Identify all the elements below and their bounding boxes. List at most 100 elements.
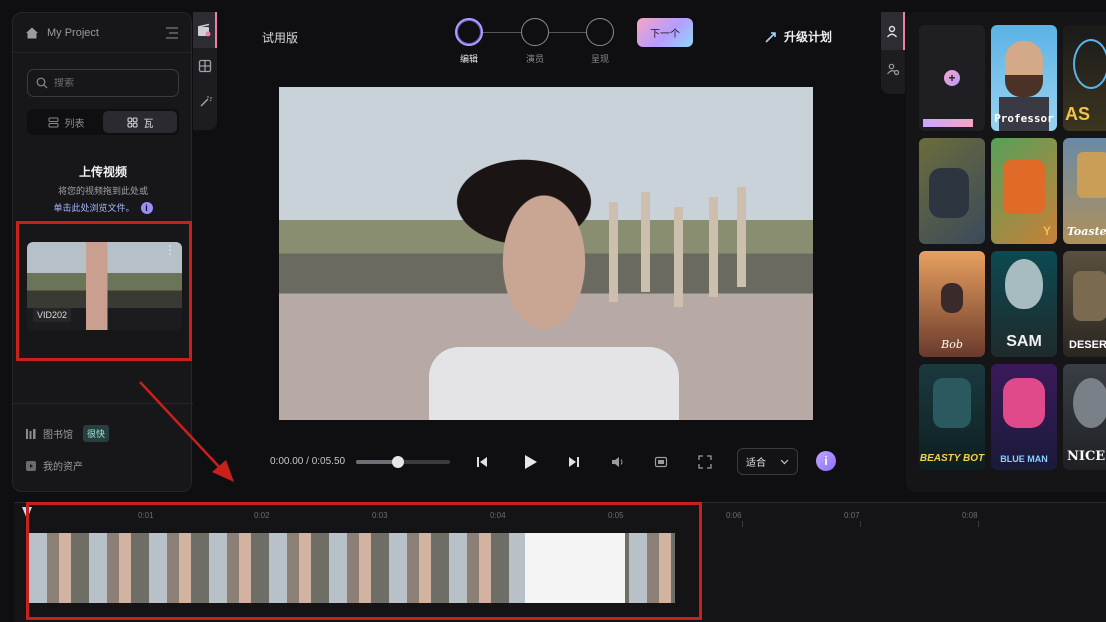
player-info-button[interactable]: i bbox=[816, 451, 836, 471]
layout-tool-button[interactable] bbox=[193, 48, 217, 84]
media-tool-button[interactable] bbox=[193, 12, 217, 48]
avatar-library: + Professor AS Y Toaster Bob SAM DESERTE… bbox=[906, 12, 1106, 492]
upload-hint: 将您的视频拖到此处或 bbox=[57, 186, 148, 196]
skip-forward-button[interactable] bbox=[564, 452, 584, 472]
volume-button[interactable] bbox=[609, 453, 627, 471]
next-button[interactable]: 下一个 bbox=[637, 18, 693, 47]
video-clip-thumbnail[interactable]: ⋮ VID202 bbox=[27, 242, 182, 330]
chevron-down-icon bbox=[780, 459, 789, 464]
step-edit[interactable]: 编辑 bbox=[455, 18, 483, 64]
search-icon bbox=[36, 77, 48, 89]
more-options-icon[interactable]: ⋮ bbox=[164, 244, 176, 256]
avatars-tab[interactable] bbox=[881, 12, 905, 50]
my-assets-link[interactable]: 我的资产 bbox=[25, 458, 83, 473]
avatar-figure bbox=[941, 283, 963, 313]
grid-icon bbox=[127, 117, 137, 127]
play-button[interactable] bbox=[518, 450, 542, 474]
tick-label: 0:07 bbox=[844, 511, 860, 520]
avatar-card[interactable]: Professor bbox=[991, 25, 1057, 131]
person-icon bbox=[886, 25, 898, 38]
avatar-card[interactable]: Y bbox=[991, 138, 1057, 244]
avatar-name: AS bbox=[1065, 104, 1091, 124]
video-preview[interactable] bbox=[279, 87, 813, 420]
avatar-card[interactable]: BLUE MAN bbox=[991, 364, 1057, 470]
scrub-handle[interactable] bbox=[392, 456, 405, 468]
avatar-card[interactable]: Toaster bbox=[1063, 138, 1106, 244]
add-avatar-card[interactable]: + bbox=[919, 25, 985, 131]
step-actor[interactable]: 演员 bbox=[521, 18, 549, 64]
tick-label: 0:06 bbox=[726, 511, 742, 520]
view-toggle: 列表 瓦 bbox=[27, 109, 179, 135]
layout-icon bbox=[198, 59, 212, 73]
upgrade-label: 升级计划 bbox=[784, 30, 833, 44]
step-label: 编辑 bbox=[459, 54, 478, 64]
background-pillar bbox=[737, 187, 746, 287]
effects-tool-button[interactable] bbox=[193, 84, 217, 120]
scrub-bar[interactable] bbox=[356, 456, 450, 468]
step-label: 呈现 bbox=[590, 54, 609, 64]
skip-back-button[interactable] bbox=[472, 452, 492, 472]
upload-dropzone[interactable]: 上传视频 将您的视频拖到此处或 单击此处浏览文件。 i bbox=[13, 163, 193, 214]
captions-button[interactable] bbox=[652, 453, 670, 471]
person-gear-icon bbox=[887, 63, 900, 76]
step-circle bbox=[521, 18, 549, 46]
avatar-name: Bob bbox=[941, 338, 963, 351]
list-icon bbox=[48, 117, 58, 127]
avatar-card[interactable]: SAM bbox=[991, 251, 1057, 357]
avatar-name: Y bbox=[1042, 224, 1051, 238]
library-icon bbox=[26, 428, 36, 439]
info-icon[interactable]: i bbox=[140, 201, 153, 214]
avatar-name: BLUE MAN bbox=[1000, 454, 1048, 464]
background-pillar bbox=[674, 207, 683, 307]
library-link[interactable]: 图书馆 很快 bbox=[25, 425, 110, 442]
clip-name: VID202 bbox=[33, 308, 72, 322]
background-pillar bbox=[609, 202, 618, 302]
fit-dropdown[interactable]: 适合 bbox=[737, 448, 798, 475]
speaker-icon bbox=[612, 457, 623, 467]
avatar-card[interactable] bbox=[919, 138, 985, 244]
play-icon bbox=[525, 455, 537, 469]
frame-icon bbox=[654, 456, 668, 468]
collapse-menu-icon[interactable] bbox=[165, 26, 179, 39]
magic-wand-icon bbox=[200, 96, 212, 107]
upgrade-plan-button[interactable]: 升级计划 bbox=[764, 28, 832, 45]
play-square-icon bbox=[26, 460, 36, 471]
tick-label: 0:08 bbox=[962, 511, 978, 520]
gradient-bar bbox=[923, 119, 973, 127]
avatar-figure bbox=[933, 378, 971, 428]
upload-browse-link[interactable]: 单击此处浏览文件。 i bbox=[13, 201, 193, 214]
avatar-figure bbox=[1077, 152, 1106, 198]
timeline-highlight bbox=[26, 502, 702, 620]
avatar-name: Toaster bbox=[1067, 225, 1106, 238]
avatar-beard bbox=[1005, 75, 1043, 97]
avatar-card[interactable]: BEASTY BOT bbox=[919, 364, 985, 470]
avatar-card[interactable]: NICE B bbox=[1063, 364, 1106, 470]
search-input[interactable] bbox=[54, 77, 164, 89]
avatar-name: Professor bbox=[994, 112, 1054, 125]
time-display: 0:00.00 / 0:05.50 bbox=[270, 456, 346, 467]
avatar-card[interactable]: AS bbox=[1063, 25, 1106, 131]
avatar-name: SAM bbox=[1006, 333, 1042, 350]
step-render[interactable]: 呈现 bbox=[586, 18, 614, 64]
home-icon[interactable] bbox=[25, 26, 39, 40]
fullscreen-button[interactable] bbox=[696, 453, 714, 471]
avatar-card[interactable]: DESERTE bbox=[1063, 251, 1106, 357]
library-label: 图书馆 bbox=[43, 430, 73, 441]
skip-forward-icon bbox=[569, 457, 579, 467]
list-view-button[interactable]: 列表 bbox=[29, 111, 103, 133]
avatar-settings-tab[interactable] bbox=[881, 50, 905, 88]
media-panel: My Project 列表 瓦 上传视频 将您的视频拖到此处或 单击此处浏览文件… bbox=[12, 12, 193, 492]
avatar-figure bbox=[929, 168, 969, 218]
search-box[interactable] bbox=[27, 69, 179, 97]
trial-label: 试用版 bbox=[262, 31, 299, 45]
avatar-card[interactable]: Bob bbox=[919, 251, 985, 357]
grid-view-button[interactable]: 瓦 bbox=[103, 111, 177, 133]
step-circle bbox=[586, 18, 614, 46]
tick-mark bbox=[978, 521, 979, 527]
step-connector bbox=[483, 32, 521, 33]
project-header: My Project bbox=[13, 13, 191, 53]
avatar-name: BEASTY BOT bbox=[919, 453, 985, 464]
fullscreen-icon bbox=[698, 455, 712, 469]
grid-view-label: 瓦 bbox=[143, 118, 154, 130]
subject-shirt bbox=[429, 347, 679, 420]
